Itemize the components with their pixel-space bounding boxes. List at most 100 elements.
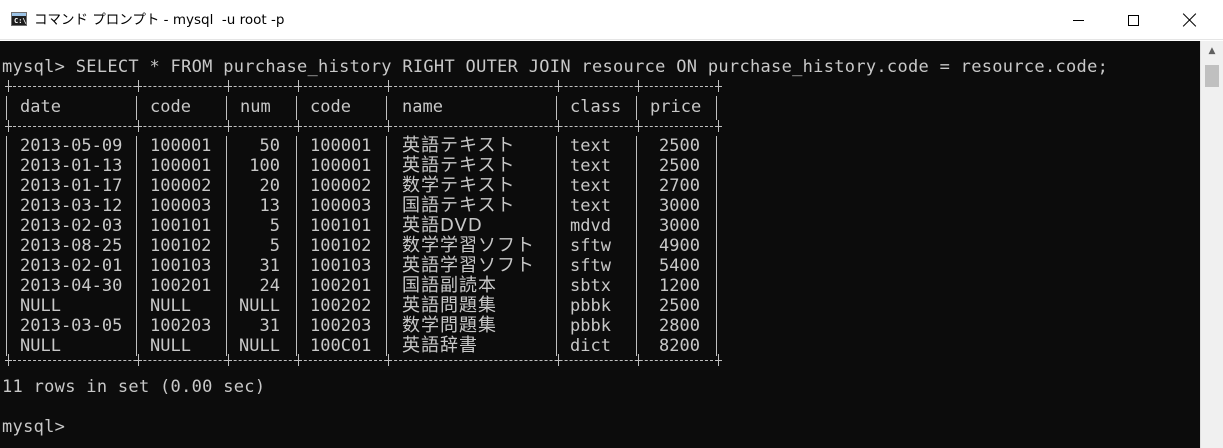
table-cell: 2013-03-12	[20, 196, 123, 216]
table-cell: 100203	[310, 316, 372, 336]
table-cell: 2700	[659, 176, 700, 196]
close-icon	[1182, 12, 1198, 28]
body-separator-6	[636, 136, 637, 356]
table-cell: 100103	[310, 256, 372, 276]
body-separator-5	[556, 136, 557, 356]
body-separator-2	[226, 136, 227, 356]
table-cell: 2500	[659, 296, 700, 316]
table-cell: NULL	[150, 336, 191, 356]
table-cell: text	[570, 136, 611, 156]
table-cell: 英語テキスト	[402, 155, 516, 176]
column-header-name: name	[402, 97, 443, 117]
maximize-button[interactable]	[1110, 0, 1156, 40]
column-header-num: num	[240, 97, 271, 117]
table-cell: text	[570, 196, 611, 216]
table-cell: 100C01	[310, 336, 372, 356]
table-cell: 英語学習ソフト	[402, 255, 535, 276]
table-cell: pbbk	[570, 316, 611, 336]
vertical-scrollbar[interactable]: ▲	[1200, 41, 1223, 448]
table-cell: sbtx	[570, 276, 611, 296]
table-cell: NULL	[239, 336, 280, 356]
table-cell: 2013-01-13	[20, 156, 123, 176]
table-cell: 2500	[659, 156, 700, 176]
header-separator-3	[296, 96, 297, 120]
header-separator-7	[716, 96, 717, 120]
table-cell: 100001	[310, 136, 372, 156]
table-cell: 2013-02-01	[20, 256, 123, 276]
maximize-icon	[1127, 14, 1139, 26]
table-cell: 3000	[659, 216, 700, 236]
result-summary: 11 rows in set (0.00 sec)	[2, 377, 266, 397]
table-cell: sftw	[570, 236, 611, 256]
table-cell: 3000	[659, 196, 700, 216]
title-bar[interactable]: C:\ コマンド プロンプト - mysql -u root -p	[0, 0, 1223, 40]
table-cell: 数学問題集	[402, 315, 497, 336]
minimize-icon	[1072, 19, 1084, 21]
body-separator-7	[716, 136, 717, 356]
window-title: コマンド プロンプト - mysql -u root -p	[34, 12, 285, 28]
table-cell: 英語辞書	[402, 335, 478, 356]
body-separator-3	[296, 136, 297, 356]
table-cell: 100	[249, 156, 280, 176]
table-cell: 2013-02-03	[20, 216, 123, 236]
command-prompt-icon-label: C:\	[14, 17, 27, 25]
table-cell: 2013-01-17	[20, 176, 123, 196]
table-cell: NULL	[20, 296, 61, 316]
table-cell: 100001	[310, 156, 372, 176]
table-cell: NULL	[20, 336, 61, 356]
table-cell: 1200	[659, 276, 700, 296]
column-header-code: code	[150, 97, 191, 117]
table-cell: NULL	[239, 296, 280, 316]
table-cell: 5	[269, 236, 280, 256]
scroll-up-arrow-icon[interactable]: ▲	[1201, 41, 1223, 61]
command-prompt-icon[interactable]: C:\	[11, 12, 27, 26]
table-cell: dict	[570, 336, 611, 356]
minimize-button[interactable]	[1055, 0, 1101, 40]
table-cell: 2013-08-25	[20, 236, 123, 256]
body-separator-4	[386, 136, 387, 356]
header-separator-2	[226, 96, 227, 120]
table-cell: 4900	[659, 236, 700, 256]
table-cell: 英語テキスト	[402, 135, 516, 156]
table-cell: 2800	[659, 316, 700, 336]
body-separator-0	[6, 136, 7, 356]
table-cell: 2500	[659, 136, 700, 156]
body-separator-1	[136, 136, 137, 356]
console-output[interactable]: mysql> SELECT * FROM purchase_history RI…	[0, 41, 1200, 448]
header-separator-6	[636, 96, 637, 120]
header-separator-4	[386, 96, 387, 120]
table-cell: 20	[259, 176, 280, 196]
scroll-thumb[interactable]	[1205, 65, 1219, 87]
table-cell: 100001	[150, 156, 212, 176]
table-cell: 国語テキスト	[402, 195, 516, 216]
table-cell: 英語問題集	[402, 295, 497, 316]
table-cell: 100002	[150, 176, 212, 196]
table-cell: 8200	[659, 336, 700, 356]
table-cell: 100003	[310, 196, 372, 216]
table-cell: 100101	[150, 216, 212, 236]
prompt: mysql>	[2, 417, 66, 437]
table-cell: 13	[259, 196, 280, 216]
column-header-price: price	[650, 97, 702, 117]
table-cell: 100002	[310, 176, 372, 196]
table-cell: 100203	[150, 316, 212, 336]
table-cell: mdvd	[570, 216, 611, 236]
table-cell: 100201	[310, 276, 372, 296]
table-cell: text	[570, 156, 611, 176]
table-cell: 2013-03-05	[20, 316, 123, 336]
table-cell: 国語副読本	[402, 275, 497, 296]
table-cell: 数学学習ソフト	[402, 235, 535, 256]
close-button[interactable]	[1167, 0, 1213, 40]
table-cell: 100001	[150, 136, 212, 156]
table-cell: 5400	[659, 256, 700, 276]
column-header-code: code	[310, 97, 351, 117]
table-cell: 2013-05-09	[20, 136, 123, 156]
table-cell: 100201	[150, 276, 212, 296]
table-cell: 50	[259, 136, 280, 156]
column-header-class: class	[570, 97, 622, 117]
table-cell: text	[570, 176, 611, 196]
table-cell: 24	[259, 276, 280, 296]
header-separator-1	[136, 96, 137, 120]
table-cell: 100102	[150, 236, 212, 256]
table-cell: 2013-04-30	[20, 276, 123, 296]
